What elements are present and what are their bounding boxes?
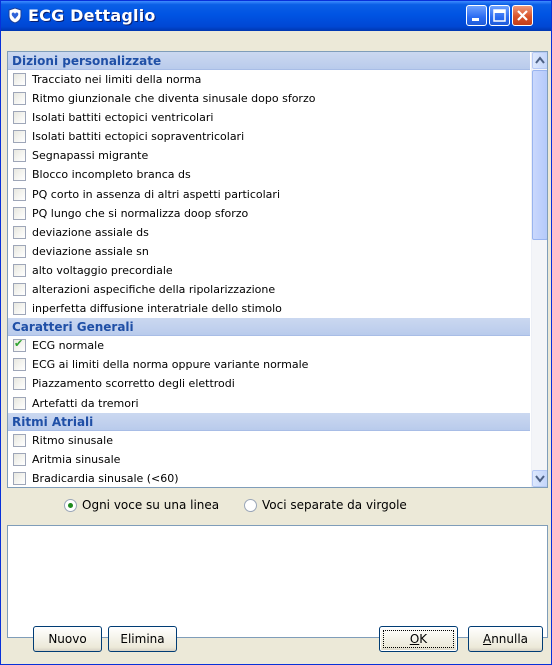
checkbox[interactable] <box>13 396 26 410</box>
checklist-item-label: deviazione assiale ds <box>32 225 149 239</box>
checkbox[interactable] <box>13 225 26 239</box>
checkbox[interactable] <box>13 471 26 485</box>
checklist-item[interactable]: alto voltaggio precordiale <box>8 261 530 280</box>
checklist-item[interactable]: PQ lungo che si normalizza doop sforzo <box>8 204 530 223</box>
checklist-item[interactable]: PQ corto in assenza di altri aspetti par… <box>8 185 530 204</box>
checklist-item-label: deviazione assiale sn <box>32 244 149 258</box>
scroll-thumb[interactable] <box>532 70 547 240</box>
radio-label-comma-separated: Voci separate da virgole <box>262 498 407 512</box>
group-header: Caratteri Generali <box>8 318 530 337</box>
delete-button[interactable]: Elimina <box>108 626 177 652</box>
new-button[interactable]: Nuovo <box>33 626 102 652</box>
checklist-item-label: alto voltaggio precordiale <box>32 263 173 277</box>
cancel-mnemonic: A <box>482 632 492 646</box>
checklist-item[interactable]: Artefatti da tremori <box>8 394 530 413</box>
format-options: Ogni voce su una linea Voci separate da … <box>7 491 548 523</box>
checklist-item-label: Ritmo sinusale <box>32 433 113 447</box>
checkbox[interactable] <box>13 187 26 201</box>
ecg-detail-window: ECG Dettaglio Dizioni personalizzate Trac… <box>0 0 552 665</box>
checklist-item[interactable]: inperfetta diffusione interatriale dello… <box>8 299 530 318</box>
phrase-list-content: Dizioni personalizzate Tracciato nei limi… <box>8 52 530 487</box>
checkbox[interactable] <box>13 168 26 182</box>
checklist-item[interactable]: Ritmo giunzionale che diventa sinusale d… <box>8 89 530 108</box>
close-button[interactable] <box>512 5 533 26</box>
checklist-item-label: PQ corto in assenza di altri aspetti par… <box>32 187 280 201</box>
checklist-item[interactable]: alterazioni aspecifiche della ripolarizz… <box>8 280 530 299</box>
radio-label-one-per-line: Ogni voce su una linea <box>82 498 220 512</box>
focus-rectangle <box>383 630 454 648</box>
checklist-item[interactable]: Segnapassi migrante <box>8 146 530 165</box>
maximize-button[interactable] <box>489 5 510 26</box>
heart-shield-icon <box>8 7 22 24</box>
cancel-button[interactable]: Annulla <box>468 626 543 652</box>
checkbox[interactable] <box>13 433 26 447</box>
window-title: ECG Dettaglio <box>28 6 156 25</box>
checklist-item-label: inperfetta diffusione interatriale dello… <box>32 302 282 316</box>
checkbox[interactable] <box>13 73 26 86</box>
minimize-icon <box>472 18 479 21</box>
group-header: Dizioni personalizzate <box>8 52 530 70</box>
checklist-item-label: Ritmo giunzionale che diventa sinusale d… <box>32 92 316 106</box>
checklist-item-label: Isolati battiti ectopici sopraventricola… <box>32 130 245 144</box>
checklist-item-label: Piazzamento scorretto degli elettrodi <box>32 377 235 391</box>
checkbox[interactable] <box>13 130 26 144</box>
checklist-item-label: Isolati battiti ectopici ventricolari <box>32 111 214 125</box>
checkbox[interactable] <box>13 92 26 106</box>
checklist-item-label: Tracciato nei limiti della norma <box>32 73 202 86</box>
checklist-item[interactable]: ECG ai limiti della norma oppure variant… <box>8 355 530 374</box>
checklist-item-label: PQ lungo che si normalizza doop sforzo <box>32 206 249 220</box>
checklist-item[interactable]: Piazzamento scorretto degli elettrodi <box>8 374 530 393</box>
checkbox[interactable] <box>13 377 26 391</box>
minimize-button[interactable] <box>466 5 487 26</box>
checklist-item-label: ECG ai limiti della norma oppure variant… <box>32 358 309 372</box>
result-text-area[interactable] <box>7 525 548 638</box>
checklist-item[interactable]: Blocco incompleto branca ds <box>8 165 530 184</box>
checklist-item[interactable]: Isolati battiti ectopici ventricolari <box>8 108 530 127</box>
radio-dot-selected <box>64 499 77 512</box>
title-bar[interactable]: ECG Dettaglio <box>1 1 551 31</box>
checklist-item[interactable]: Ritmo sinusale <box>8 431 530 450</box>
cancel-label-rest: nnulla <box>491 632 529 646</box>
checkbox[interactable] <box>13 283 26 297</box>
checkbox[interactable] <box>13 149 26 163</box>
vertical-scrollbar[interactable] <box>531 52 547 487</box>
checklist-item[interactable]: deviazione assiale ds <box>8 223 530 242</box>
scroll-up-button[interactable] <box>532 52 547 69</box>
radio-dot <box>244 499 257 512</box>
checklist-item-label: alterazioni aspecifiche della ripolarizz… <box>32 283 276 297</box>
maximize-icon <box>493 9 506 22</box>
group-header: Ritmi Atriali <box>8 412 530 431</box>
checkbox[interactable] <box>13 302 26 316</box>
checkbox[interactable] <box>13 452 26 466</box>
checklist-item[interactable]: Isolati battiti ectopici sopraventricola… <box>8 127 530 146</box>
checklist-item-label: Segnapassi migrante <box>32 149 149 163</box>
checkbox-checked[interactable] <box>13 337 26 353</box>
checkbox[interactable] <box>13 244 26 258</box>
checklist-item[interactable]: Tracciato nei limiti della norma <box>8 70 530 89</box>
checklist-item-label: Aritmia sinusale <box>32 452 121 466</box>
checklist-item-label: Artefatti da tremori <box>32 396 139 410</box>
checkbox[interactable] <box>13 206 26 220</box>
checkbox[interactable] <box>13 263 26 277</box>
checklist-item-label: Bradicardia sinusale (<60) <box>32 471 179 485</box>
phrase-list[interactable]: Dizioni personalizzate Tracciato nei limi… <box>7 51 548 488</box>
checklist-item[interactable]: Aritmia sinusale <box>8 450 530 469</box>
chevron-down-icon <box>535 475 545 483</box>
ok-button[interactable]: OK <box>379 626 458 652</box>
checklist-item[interactable]: Bradicardia sinusale (<60) <box>8 469 530 487</box>
checkbox[interactable] <box>13 358 26 372</box>
checklist-item[interactable]: ECG normale <box>8 336 530 355</box>
checklist-item[interactable]: deviazione assiale sn <box>8 242 530 261</box>
close-icon <box>517 10 528 21</box>
scroll-down-button[interactable] <box>532 470 547 487</box>
chevron-up-icon <box>535 56 545 64</box>
checklist-item-label: Blocco incompleto branca ds <box>32 168 191 182</box>
checklist-item-label: ECG normale <box>32 339 104 353</box>
checkbox[interactable] <box>13 111 26 125</box>
